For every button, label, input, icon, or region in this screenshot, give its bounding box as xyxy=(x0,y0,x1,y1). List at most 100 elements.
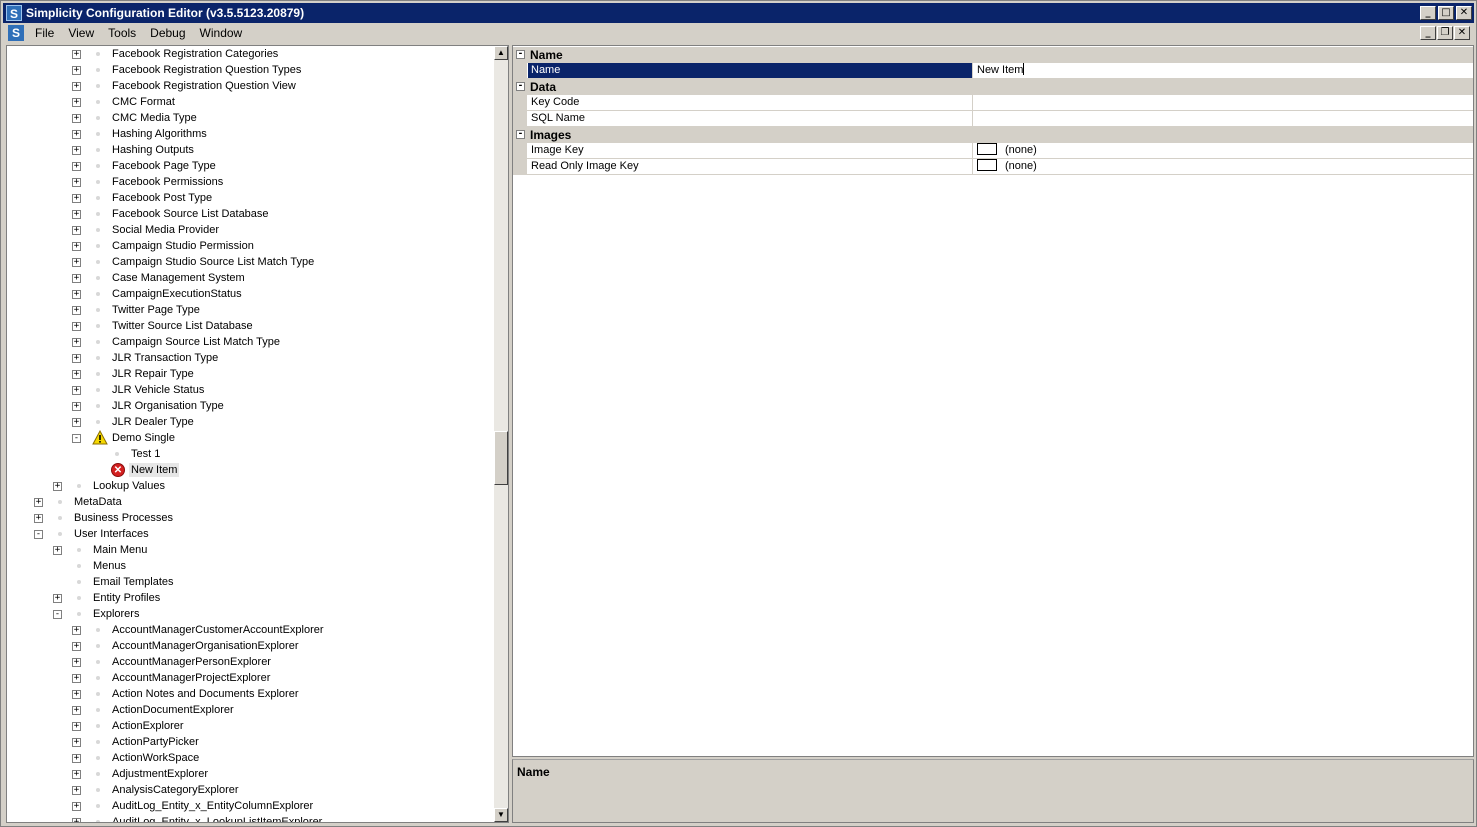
tree-item[interactable]: + Campaign Studio Source List Match Type xyxy=(72,254,494,270)
expand-icon[interactable]: + xyxy=(72,50,81,59)
expand-icon[interactable]: + xyxy=(72,258,81,267)
tree-item[interactable]: + ActionWorkSpace xyxy=(72,750,494,766)
expand-icon[interactable]: + xyxy=(53,482,62,491)
expand-icon[interactable]: + xyxy=(72,722,81,731)
expand-icon[interactable]: + xyxy=(72,98,81,107)
tree-item-label[interactable]: Lookup Values xyxy=(91,479,167,493)
tree-item[interactable]: + Facebook Registration Question Types xyxy=(72,62,494,78)
tree-item-label[interactable]: Facebook Source List Database xyxy=(110,207,271,221)
tree-item[interactable]: + CMC Media Type xyxy=(72,110,494,126)
tree-item-label[interactable]: CMC Media Type xyxy=(110,111,199,125)
tree-item-label[interactable]: Facebook Permissions xyxy=(110,175,225,189)
tree-item-label[interactable]: Email Templates xyxy=(91,575,176,589)
scroll-down-arrow-icon[interactable]: ▼ xyxy=(494,808,508,822)
tree-item-label[interactable]: JLR Repair Type xyxy=(110,367,196,381)
property-name[interactable]: Name xyxy=(528,63,973,78)
property-value-text[interactable]: New Item xyxy=(977,64,1023,76)
tree-item-label[interactable]: Test 1 xyxy=(129,447,162,461)
collapse-icon[interactable]: - xyxy=(516,82,525,91)
property-value[interactable]: (none) xyxy=(974,159,1473,174)
collapse-icon[interactable]: - xyxy=(516,50,525,59)
expand-icon[interactable]: + xyxy=(72,386,81,395)
menu-tools[interactable]: Tools xyxy=(101,26,143,40)
tree-item[interactable]: + Hashing Outputs xyxy=(72,142,494,158)
property-name[interactable]: Image Key xyxy=(528,143,973,158)
tree-item-label[interactable]: CampaignExecutionStatus xyxy=(110,287,244,301)
tree-item[interactable]: + JLR Dealer Type xyxy=(72,414,494,430)
expand-icon[interactable]: + xyxy=(72,210,81,219)
property-category[interactable]: - Data xyxy=(513,79,1473,95)
tree-item-label[interactable]: AdjustmentExplorer xyxy=(110,767,210,781)
expand-icon[interactable]: + xyxy=(72,242,81,251)
property-value[interactable]: New Item xyxy=(974,63,1473,78)
tree-item-label[interactable]: AccountManagerPersonExplorer xyxy=(110,655,273,669)
mdi-restore-button[interactable]: ❐ xyxy=(1437,26,1453,40)
tree-item-label[interactable]: AuditLog_Entity_x_LookupListItemExplorer xyxy=(110,815,324,822)
tree-item[interactable]: + JLR Transaction Type xyxy=(72,350,494,366)
tree-item[interactable]: - Explorers xyxy=(53,606,494,622)
expand-icon[interactable]: + xyxy=(72,66,81,75)
expand-icon[interactable]: + xyxy=(72,178,81,187)
expand-icon[interactable]: + xyxy=(34,514,43,523)
expand-icon[interactable]: + xyxy=(72,658,81,667)
tree-item-label[interactable]: Hashing Outputs xyxy=(110,143,196,157)
tree-item-label[interactable]: Entity Profiles xyxy=(91,591,162,605)
tree-item[interactable]: + Social Media Provider xyxy=(72,222,494,238)
tree-item-label[interactable]: JLR Transaction Type xyxy=(110,351,220,365)
tree-item[interactable]: + AuditLog_Entity_x_LookupListItemExplore… xyxy=(72,814,494,822)
property-category[interactable]: - Name xyxy=(513,47,1473,63)
expand-icon[interactable]: + xyxy=(72,674,81,683)
tree-item-label[interactable]: ActionWorkSpace xyxy=(110,751,201,765)
minimize-button[interactable]: _ xyxy=(1420,6,1436,20)
expand-icon[interactable]: + xyxy=(72,402,81,411)
tree-item[interactable]: + Entity Profiles xyxy=(53,590,494,606)
expand-icon[interactable]: + xyxy=(72,194,81,203)
property-name[interactable]: Key Code xyxy=(528,95,973,110)
expand-icon[interactable]: + xyxy=(72,162,81,171)
tree-item[interactable]: + Facebook Registration Question View xyxy=(72,78,494,94)
tree-item[interactable]: + Twitter Page Type xyxy=(72,302,494,318)
tree-item[interactable]: + Lookup Values xyxy=(53,478,494,494)
tree-item-label[interactable]: Facebook Registration Categories xyxy=(110,47,280,61)
tree-item-label[interactable]: Facebook Page Type xyxy=(110,159,218,173)
tree-item[interactable]: + AccountManagerOrganisationExplorer xyxy=(72,638,494,654)
tree-item-label[interactable]: Main Menu xyxy=(91,543,149,557)
tree-item-label[interactable]: AccountManagerProjectExplorer xyxy=(110,671,272,685)
tree-item[interactable]: + Hashing Algorithms xyxy=(72,126,494,142)
menu-window[interactable]: Window xyxy=(193,26,250,40)
property-grid[interactable]: - Name Name New Item - Data Key Code SQL Name - I… xyxy=(512,45,1474,757)
tree-item[interactable]: + Twitter Source List Database xyxy=(72,318,494,334)
property-row[interactable]: SQL Name xyxy=(513,111,1473,127)
maximize-button[interactable]: □ xyxy=(1438,6,1454,20)
tree-item[interactable]: + Business Processes xyxy=(34,510,494,526)
expand-icon[interactable]: + xyxy=(72,338,81,347)
scroll-thumb[interactable] xyxy=(494,431,508,485)
mdi-close-button[interactable]: ✕ xyxy=(1454,26,1470,40)
configuration-tree[interactable]: + Facebook Registration Categories + Facebo… xyxy=(6,45,509,823)
property-row[interactable]: Image Key (none) xyxy=(513,143,1473,159)
tree-item[interactable]: + Facebook Post Type xyxy=(72,190,494,206)
expand-icon[interactable]: + xyxy=(72,418,81,427)
expand-icon[interactable]: + xyxy=(72,274,81,283)
tree-item[interactable]: Email Templates xyxy=(53,574,494,590)
document-icon[interactable]: S xyxy=(8,25,24,41)
tree-item-label[interactable]: CMC Format xyxy=(110,95,177,109)
expand-icon[interactable]: + xyxy=(72,706,81,715)
tree-item-label[interactable]: JLR Organisation Type xyxy=(110,399,226,413)
tree-item[interactable]: + Case Management System xyxy=(72,270,494,286)
mdi-minimize-button[interactable]: _ xyxy=(1420,26,1436,40)
tree-item[interactable]: + JLR Vehicle Status xyxy=(72,382,494,398)
expand-icon[interactable]: + xyxy=(72,738,81,747)
collapse-icon[interactable]: - xyxy=(34,530,43,539)
tree-item-label[interactable]: Menus xyxy=(91,559,128,573)
expand-icon[interactable]: + xyxy=(72,642,81,651)
tree-item-label[interactable]: Demo Single xyxy=(110,431,177,445)
tree-item-label[interactable]: User Interfaces xyxy=(72,527,151,541)
tree-item-label[interactable]: Campaign Studio Permission xyxy=(110,239,256,253)
tree-item[interactable]: + CMC Format xyxy=(72,94,494,110)
tree-item-label[interactable]: AuditLog_Entity_x_EntityColumnExplorer xyxy=(110,799,315,813)
expand-icon[interactable]: + xyxy=(72,130,81,139)
tree-item[interactable]: + Campaign Studio Permission xyxy=(72,238,494,254)
tree-item[interactable]: + AuditLog_Entity_x_EntityColumnExplorer xyxy=(72,798,494,814)
tree-item-label[interactable]: Twitter Page Type xyxy=(110,303,202,317)
